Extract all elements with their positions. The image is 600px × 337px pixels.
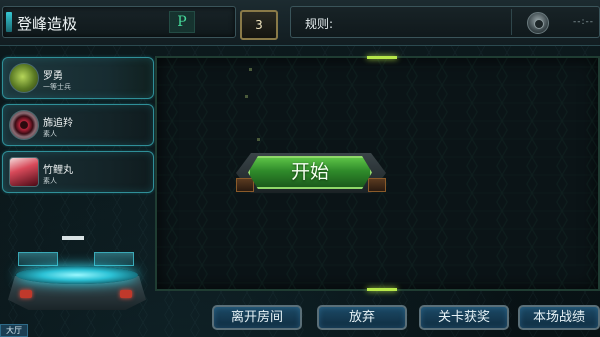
platform-glow — [16, 266, 138, 284]
rules-value: --:-- — [573, 17, 595, 27]
give-up-button[interactable]: 放弃 — [317, 305, 407, 330]
player-rank: 素人 — [43, 177, 57, 185]
red-eye-avatar-icon — [9, 110, 39, 140]
player-count-badge: 3 — [240, 10, 278, 40]
platform-red-light — [20, 290, 32, 298]
player-card[interactable]: 竹鲤丸 素人 — [2, 151, 154, 193]
platform-wing — [94, 252, 134, 266]
top-bar: 登峰造极 P 3 规则: --:-- — [0, 0, 600, 46]
player-card[interactable]: 罗勇 一等士兵 — [2, 57, 154, 99]
start-button[interactable]: 开始 — [248, 156, 372, 189]
red-hair-girl-avatar-icon — [9, 157, 39, 187]
rules-divider — [511, 9, 512, 35]
player-list: 罗勇 一等士兵 旆追羚 素人 竹鲤丸 素人 — [2, 57, 154, 198]
player-card[interactable]: 旆追羚 素人 — [2, 104, 154, 146]
stage-dot — [249, 68, 252, 71]
bottom-bar: 大厅 离开房间 放弃 关卡获奖 本场战绩 — [0, 300, 600, 337]
stage-dot — [257, 138, 260, 141]
room-type-icon[interactable]: P — [169, 11, 195, 33]
stage-glow-marker — [367, 56, 397, 59]
lobby-tab[interactable]: 大厅 — [0, 324, 28, 337]
start-frame-bracket — [236, 178, 254, 192]
green-monster-avatar-icon — [9, 63, 39, 93]
room-name-accent — [6, 12, 12, 32]
room-name-panel: 登峰造极 P — [2, 6, 236, 38]
leave-room-button[interactable]: 离开房间 — [212, 305, 302, 330]
platform-red-light — [120, 290, 132, 298]
level-reward-button[interactable]: 关卡获奖 — [419, 305, 509, 330]
player-name: 罗勇 — [43, 71, 63, 82]
settings-knob-icon[interactable] — [527, 12, 549, 34]
start-frame-bracket — [368, 178, 386, 192]
stage-dot — [245, 95, 248, 98]
player-name: 旆追羚 — [43, 118, 73, 129]
platform-wing — [18, 252, 58, 266]
player-name: 竹鲤丸 — [43, 165, 73, 176]
room-name: 登峰造极 — [17, 15, 78, 33]
platform-tag — [62, 236, 84, 240]
rules-label: 规则: — [305, 17, 334, 31]
rules-panel: 规则: --:-- — [290, 6, 600, 38]
stage-glow-marker — [367, 288, 397, 291]
player-rank: 素人 — [43, 130, 57, 138]
player-rank: 一等士兵 — [43, 83, 71, 91]
match-record-button[interactable]: 本场战绩 — [518, 305, 600, 330]
